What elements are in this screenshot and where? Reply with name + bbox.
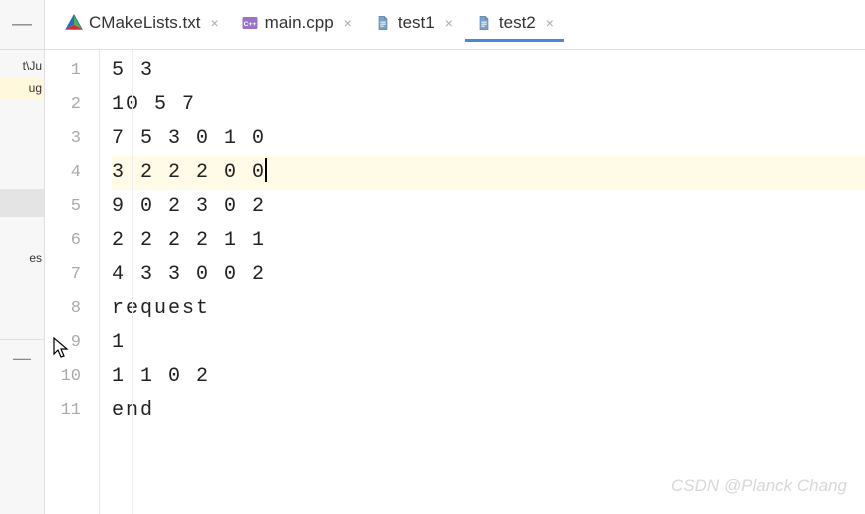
tab-label: test2 [499, 13, 536, 33]
cmake-icon [65, 14, 83, 32]
code-line[interactable]: 1 1 0 2 [112, 360, 865, 394]
line-number: 8 [45, 292, 99, 326]
code-line[interactable]: 5 3 [112, 54, 865, 88]
code-line[interactable]: end [112, 394, 865, 428]
code-line[interactable]: 2 2 2 2 1 1 [112, 224, 865, 258]
tab-cmakelists[interactable]: CMakeLists.txt × [55, 7, 229, 42]
line-number: 10 [45, 360, 99, 394]
file-icon [374, 14, 392, 32]
line-number: 9 [45, 326, 99, 360]
line-number: 1 [45, 54, 99, 88]
code-line[interactable]: 4 3 3 0 0 2 [112, 258, 865, 292]
sidebar-item[interactable]: es [0, 247, 44, 269]
code-line[interactable]: 10 5 7 [112, 88, 865, 122]
sidebar-item[interactable] [0, 189, 44, 217]
code-line[interactable]: 3 2 2 2 0 0 [112, 156, 865, 190]
code-line[interactable]: 9 0 2 3 0 2 [112, 190, 865, 224]
line-number: 5 [45, 190, 99, 224]
code-line[interactable]: request [112, 292, 865, 326]
tab-label: CMakeLists.txt [89, 13, 200, 33]
close-icon[interactable]: × [344, 15, 352, 31]
tab-main-cpp[interactable]: C++ main.cpp × [231, 7, 362, 42]
line-number: 6 [45, 224, 99, 258]
tab-test2[interactable]: test2 × [465, 7, 564, 42]
close-icon[interactable]: × [210, 15, 218, 31]
line-number: 3 [45, 122, 99, 156]
sidebar-items: t\Ju ug es — [0, 50, 44, 514]
code-area[interactable]: 5 310 5 77 5 3 0 1 03 2 2 2 0 09 0 2 3 0… [100, 50, 865, 514]
code-line[interactable]: 1 [112, 326, 865, 360]
line-number: 7 [45, 258, 99, 292]
line-number: 11 [45, 394, 99, 428]
file-icon [475, 14, 493, 32]
code-line[interactable]: 7 5 3 0 1 0 [112, 122, 865, 156]
cpp-icon: C++ [241, 14, 259, 32]
collapse-icon: — [12, 13, 32, 36]
tab-test1[interactable]: test1 × [364, 7, 463, 42]
sidebar-item[interactable]: t\Ju [0, 55, 44, 77]
svg-text:C++: C++ [243, 21, 256, 28]
close-icon[interactable]: × [445, 15, 453, 31]
left-sidebar: — t\Ju ug es — [0, 0, 45, 514]
line-number: 2 [45, 88, 99, 122]
editor-margin-line [132, 50, 133, 514]
sidebar-item[interactable]: ug [0, 77, 44, 99]
close-icon[interactable]: × [546, 15, 554, 31]
tab-label: test1 [398, 13, 435, 33]
sidebar-collapse-top[interactable]: — [0, 0, 44, 50]
main-area: CMakeLists.txt × C++ main.cpp × test1 × [45, 0, 865, 514]
watermark: CSDN @Planck Chang [671, 476, 847, 496]
gutter: 1234567891011 [45, 50, 100, 514]
editor-area: 1234567891011 5 310 5 77 5 3 0 1 03 2 2 … [45, 50, 865, 514]
line-number: 4 [45, 156, 99, 190]
tab-bar: CMakeLists.txt × C++ main.cpp × test1 × [45, 0, 865, 50]
sidebar-collapse-bottom[interactable]: — [0, 339, 44, 377]
tab-label: main.cpp [265, 13, 334, 33]
text-caret [265, 158, 267, 182]
